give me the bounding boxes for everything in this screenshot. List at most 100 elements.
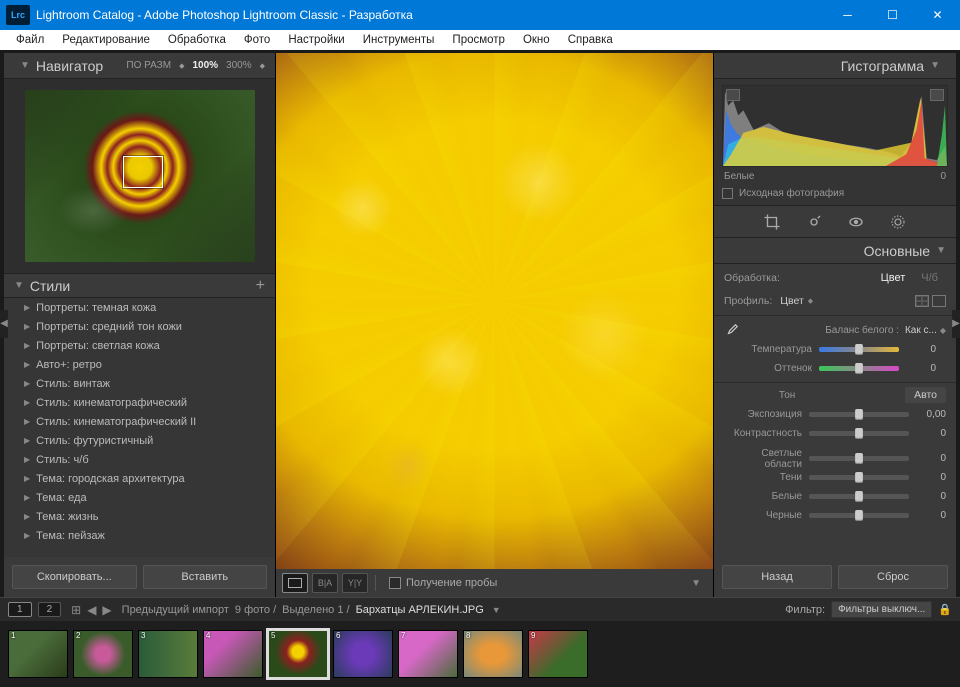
toolbar-menu-button[interactable]: ▼	[685, 578, 707, 589]
filename-menu-icon[interactable]: ▼	[492, 605, 501, 615]
preset-item[interactable]: ▶Стиль: кинематографический	[4, 393, 275, 412]
thumbnail[interactable]: 7	[398, 630, 458, 678]
wb-preset-select[interactable]: Как с...	[905, 325, 937, 336]
view-before-after-lr-button[interactable]: B|A	[312, 573, 338, 593]
preset-item[interactable]: ▶Портреты: светлая кожа	[4, 336, 275, 355]
profile-single-icon[interactable]	[932, 295, 946, 307]
original-photo-checkbox[interactable]	[722, 188, 733, 199]
preset-item[interactable]: ▶Стиль: кинематографический II	[4, 412, 275, 431]
thumbnail[interactable]: 9	[528, 630, 588, 678]
thumbnail-selected[interactable]: 5	[268, 630, 328, 678]
preset-item[interactable]: ▶Портреты: темная кожа	[4, 298, 275, 317]
preset-item[interactable]: ▶Стиль: футуристичный	[4, 431, 275, 450]
menu-help[interactable]: Справка	[560, 33, 621, 47]
wb-preset-menu-icon[interactable]: ◆	[940, 326, 946, 335]
thumbnail[interactable]: 3	[138, 630, 198, 678]
navigator-header[interactable]: ▼ Навигатор ПО РАЗМ ◆ 100% 300% ◆	[4, 53, 275, 79]
preset-item[interactable]: ▶Стиль: винтаж	[4, 374, 275, 393]
blacks-slider[interactable]	[809, 513, 909, 518]
histogram-header[interactable]: Гистограмма ▼	[714, 53, 956, 79]
crop-tool-icon[interactable]	[762, 212, 782, 232]
presets-header[interactable]: ▼ Стили +	[4, 273, 275, 298]
filter-lock-icon[interactable]: 🔒	[938, 603, 952, 616]
main-image[interactable]	[276, 53, 713, 569]
nav-prev-icon[interactable]: ◀	[87, 603, 96, 617]
view-before-after-tb-button[interactable]: Y|Y	[342, 573, 368, 593]
treatment-color-button[interactable]: Цвет	[873, 270, 914, 286]
nav-next-icon[interactable]: ▶	[102, 603, 111, 617]
profile-grid-icon[interactable]	[915, 295, 929, 307]
view-loupe-button[interactable]	[282, 573, 308, 593]
profile-menu-icon[interactable]: ◆	[808, 297, 813, 305]
masking-tool-icon[interactable]	[888, 212, 908, 232]
right-panel-toggle[interactable]: ▶	[952, 310, 960, 338]
thumbnail[interactable]: 8	[463, 630, 523, 678]
copy-settings-button[interactable]: Скопировать...	[12, 565, 137, 589]
tint-slider[interactable]	[819, 366, 899, 371]
zoom-mode-label[interactable]: ПО РАЗМ	[126, 60, 171, 71]
thumbnail[interactable]: 4	[203, 630, 263, 678]
zoom-100[interactable]: 100%	[192, 60, 218, 71]
thumbnail[interactable]: 2	[73, 630, 133, 678]
preset-item[interactable]: ▶Стиль: ч/б	[4, 450, 275, 469]
menu-settings[interactable]: Настройки	[280, 33, 352, 47]
wb-eyedropper-icon[interactable]	[724, 322, 740, 338]
treatment-bw-button[interactable]: Ч/б	[913, 270, 946, 286]
menu-tools[interactable]: Инструменты	[355, 33, 443, 47]
filter-select[interactable]: Фильтры выключ...	[831, 601, 932, 618]
highlights-slider[interactable]	[809, 456, 909, 461]
whites-slider[interactable]	[809, 494, 909, 499]
secondary-display-badge[interactable]: 2	[38, 602, 62, 617]
thumbnail[interactable]: 1	[8, 630, 68, 678]
primary-display-badge[interactable]: 1	[8, 602, 32, 617]
preset-item[interactable]: ▶Авто+: ретро	[4, 355, 275, 374]
basic-panel-header[interactable]: Основные ▼	[714, 238, 956, 264]
zoom-300[interactable]: 300%	[226, 60, 252, 71]
preset-item[interactable]: ▶Тема: городская архитектура	[4, 469, 275, 488]
menu-file[interactable]: Файл	[8, 33, 52, 47]
whites-value[interactable]: 0	[916, 491, 946, 502]
tint-value[interactable]: 0	[906, 363, 936, 374]
preset-item[interactable]: ▶Тема: жизнь	[4, 507, 275, 526]
menu-view[interactable]: Просмотр	[444, 33, 513, 47]
auto-tone-button[interactable]: Авто	[905, 387, 946, 403]
temp-value[interactable]: 0	[906, 344, 936, 355]
grid-view-icon[interactable]: ⊞	[71, 603, 81, 617]
film-source-label[interactable]: Предыдущий импорт	[122, 604, 229, 616]
paste-settings-button[interactable]: Вставить	[143, 565, 268, 589]
preset-item[interactable]: ▶Тема: пейзаж	[4, 526, 275, 545]
menu-develop[interactable]: Обработка	[160, 33, 234, 47]
exposure-value[interactable]: 0,00	[916, 409, 946, 420]
add-preset-icon[interactable]: +	[256, 277, 265, 295]
blacks-value[interactable]: 0	[916, 510, 946, 521]
shadows-value[interactable]: 0	[916, 472, 946, 483]
preset-item[interactable]: ▶Портреты: средний тон кожи	[4, 317, 275, 336]
minimize-button[interactable]: ─	[825, 0, 870, 30]
menu-photo[interactable]: Фото	[236, 33, 278, 47]
shadows-slider[interactable]	[809, 475, 909, 480]
histogram-graph[interactable]	[722, 85, 948, 167]
navigator-zoom-rect[interactable]	[123, 156, 163, 188]
preset-item[interactable]: ▶Тема: еда	[4, 488, 275, 507]
shadow-clipping-indicator[interactable]	[726, 89, 740, 101]
highlight-clipping-indicator[interactable]	[930, 89, 944, 101]
profile-select[interactable]: Цвет	[780, 295, 804, 307]
navigator-preview[interactable]	[4, 79, 275, 273]
thumbnail[interactable]: 6	[333, 630, 393, 678]
soft-proof-checkbox[interactable]	[389, 577, 401, 589]
previous-button[interactable]: Назад	[722, 565, 832, 589]
highlights-value[interactable]: 0	[916, 453, 946, 464]
contrast-slider[interactable]	[809, 431, 909, 436]
left-panel-toggle[interactable]: ◀	[0, 310, 8, 338]
reset-button[interactable]: Сброс	[838, 565, 948, 589]
maximize-button[interactable]: ☐	[870, 0, 915, 30]
close-button[interactable]: ✕	[915, 0, 960, 30]
spot-removal-tool-icon[interactable]	[804, 212, 824, 232]
contrast-value[interactable]: 0	[916, 428, 946, 439]
menu-edit[interactable]: Редактирование	[54, 33, 158, 47]
menu-window[interactable]: Окно	[515, 33, 558, 47]
zoom-mode-menu-icon[interactable]: ◆	[179, 62, 184, 70]
temp-slider[interactable]	[819, 347, 899, 352]
redeye-tool-icon[interactable]	[846, 212, 866, 232]
exposure-slider[interactable]	[809, 412, 909, 417]
